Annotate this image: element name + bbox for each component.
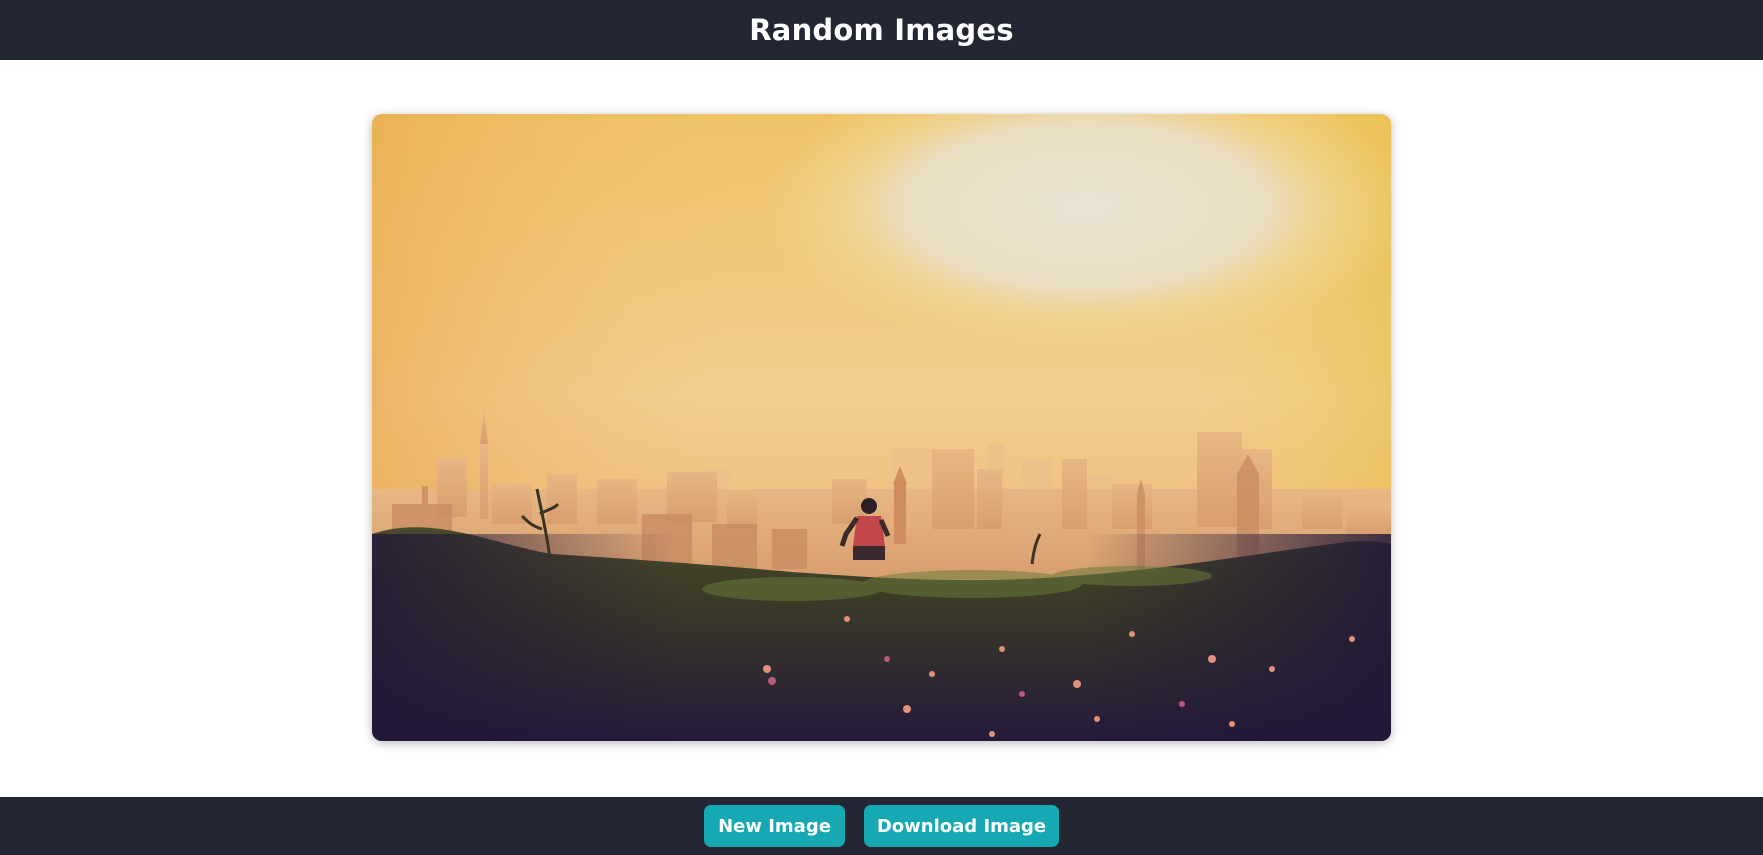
random-images-page: Random Images New Image Download Image [0, 0, 1763, 855]
download-image-button[interactable]: Download Image [864, 805, 1059, 847]
new-image-button[interactable]: New Image [704, 805, 845, 847]
page-title: Random Images [749, 13, 1014, 47]
header-bar: Random Images [0, 0, 1763, 60]
random-image [372, 114, 1391, 741]
photo-illustration [372, 114, 1391, 741]
footer-bar: New Image Download Image [0, 797, 1763, 855]
main-area [0, 60, 1763, 797]
